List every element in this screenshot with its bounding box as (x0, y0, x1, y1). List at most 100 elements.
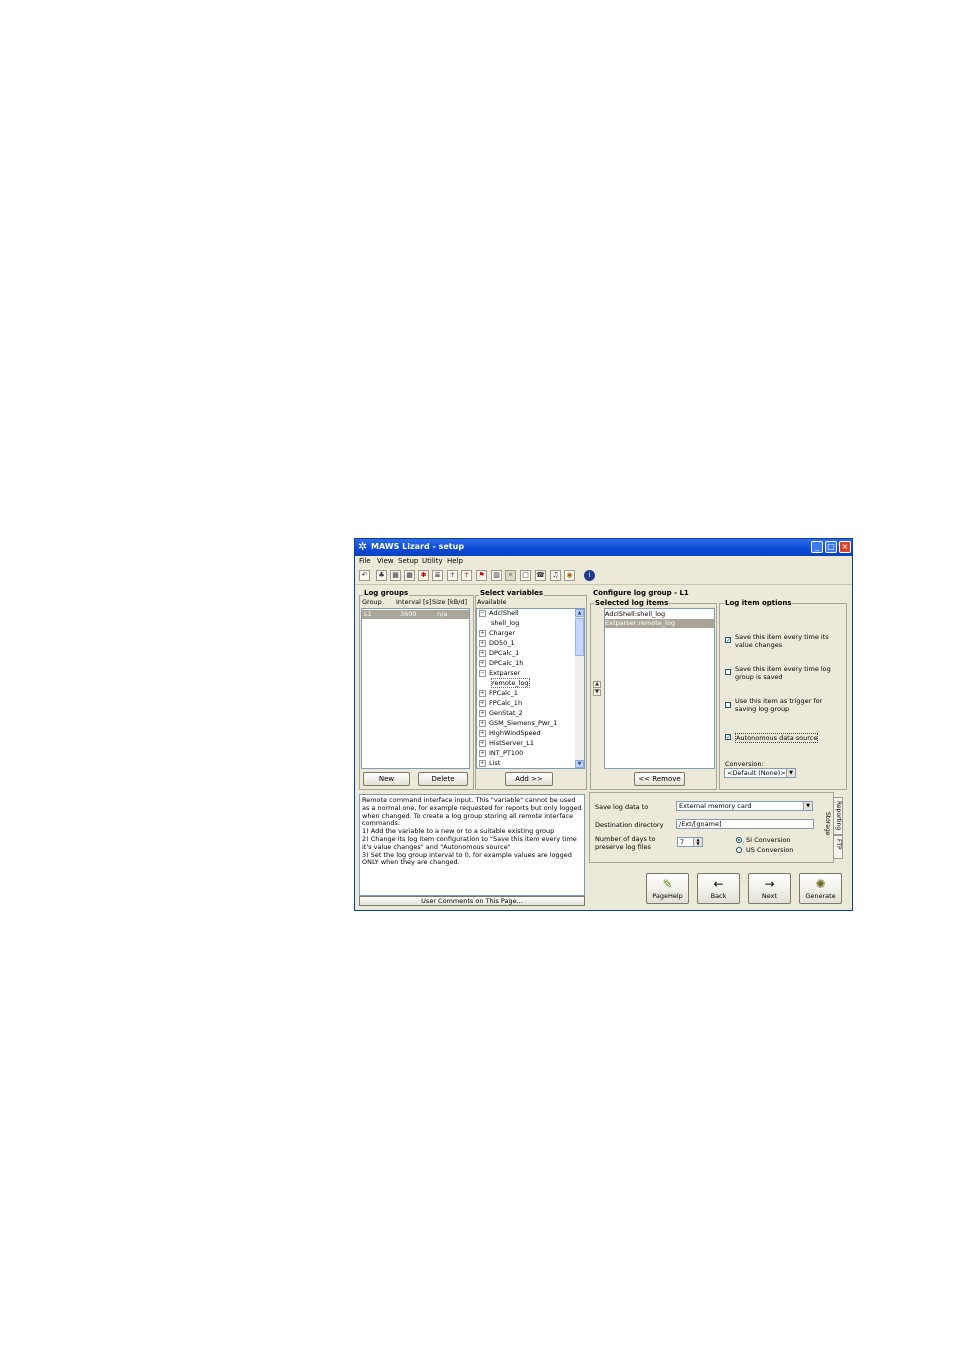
si-conversion-radio[interactable] (736, 837, 742, 843)
log-groups-list[interactable]: L1 3600 n/a (361, 608, 470, 769)
expand-icon[interactable]: + (479, 709, 486, 717)
tab-reporting-label: Reporting (835, 801, 842, 831)
def2-icon[interactable]: ▦ (404, 570, 415, 581)
variables-tree[interactable]: + List + INT_PT100 + HistServer_L1 + HighWindSp… (476, 608, 585, 769)
tree-item[interactable]: + DD50_1 (479, 639, 515, 648)
expand-icon[interactable]: + (479, 759, 486, 767)
tab-ftp[interactable]: FTP (833, 835, 843, 859)
page-icon[interactable]: □ (520, 570, 531, 581)
available-label: Available (477, 598, 507, 606)
save-log-data-select[interactable]: External memory card ▼ (676, 801, 813, 811)
tree-item-label: INT_PT100 (489, 749, 524, 757)
collapse-icon[interactable]: − (479, 669, 486, 677)
back-button[interactable]: ← Back (697, 873, 740, 904)
option-checkbox[interactable]: ✓ (725, 637, 731, 644)
expand-icon[interactable]: + (479, 729, 486, 737)
destination-directory-input[interactable]: /Ext/[gname] (676, 819, 814, 829)
collapse-icon[interactable]: − (479, 609, 486, 617)
next-button[interactable]: → Next (748, 873, 791, 904)
tree-item[interactable]: shell_log (491, 619, 519, 628)
log-icon[interactable]: ⚬ (505, 570, 516, 581)
option-save-on-group-label: Save this item every time log group is s… (735, 665, 831, 681)
person-icon[interactable]: ☥ (447, 570, 458, 581)
tab-storage[interactable]: Storage (823, 809, 833, 839)
tab-reporting[interactable]: Reporting (833, 797, 843, 835)
def-icon[interactable]: ▦ (390, 570, 401, 581)
menu-utility[interactable]: Utility (422, 557, 443, 566)
menu-file[interactable]: File (359, 557, 371, 566)
menu-view[interactable]: View (377, 557, 394, 566)
option-checkbox[interactable]: ✓ (725, 734, 731, 741)
maximize-button[interactable]: □ (825, 541, 837, 553)
expand-icon[interactable]: + (479, 659, 486, 667)
add-button[interactable]: Add >> (505, 772, 553, 786)
generate-button[interactable]: ✺ Generate (799, 873, 842, 904)
bell-icon[interactable]: ♫ (550, 570, 561, 581)
undo-icon[interactable]: ↶ (359, 570, 370, 581)
expand-icon[interactable]: + (479, 749, 486, 757)
selected-item[interactable]: Extparser:remote_log (605, 619, 714, 628)
tree-item[interactable]: + FPCalc_1 (479, 689, 518, 698)
tree-item[interactable]: remote_log (491, 678, 530, 688)
pagehelp-button[interactable]: ✎ PageHelp (646, 873, 689, 904)
tree-item-label: GenStat_2 (489, 709, 523, 717)
days-preserve-label: Number of days to preserve log files (595, 835, 656, 851)
info-icon[interactable]: i (584, 570, 595, 581)
close-button[interactable]: × (839, 541, 851, 553)
flag-icon[interactable]: ⚑ (476, 570, 487, 581)
chevron-down-icon[interactable]: ▼ (803, 802, 812, 810)
expand-icon[interactable]: + (479, 699, 486, 707)
title-bar[interactable]: ✲ MAWS Lizard - setup _ □ × (355, 539, 852, 556)
move-down-icon[interactable]: ▼ (593, 689, 601, 696)
expand-icon[interactable]: + (479, 689, 486, 697)
tree-item[interactable]: + GenStat_2 (479, 709, 523, 718)
grid-icon[interactable]: ▥ (491, 570, 502, 581)
tree-item[interactable]: + FPCalc_1h (479, 699, 522, 708)
move-up-icon[interactable]: ▲ (593, 681, 601, 688)
comm-icon[interactable]: ☎ (535, 570, 546, 581)
minimize-button[interactable]: _ (811, 541, 823, 553)
tab-ftp-label: FTP (835, 839, 842, 850)
log-group-row[interactable]: L1 3600 n/a (362, 610, 469, 619)
person2-icon[interactable]: ☥ (461, 570, 472, 581)
station-icon[interactable]: ♣ (376, 570, 387, 581)
scroll-up-icon[interactable]: ▲ (575, 609, 584, 617)
expand-icon[interactable]: + (479, 739, 486, 747)
days-stepper[interactable]: 7 ▲ ▼ (677, 837, 703, 847)
tree-item[interactable]: − Extparser (479, 669, 520, 678)
delete-button[interactable]: Delete (418, 772, 468, 786)
expand-icon[interactable]: + (479, 629, 486, 637)
tree-item[interactable]: + GSM_Siemens_Pwr_1 (479, 719, 557, 728)
menu-help[interactable]: Help (447, 557, 463, 566)
selected-item[interactable]: AdclShell:shell_log (605, 610, 714, 619)
selected-items-list[interactable]: AdclShell:shell_log Extparser:remote_log (604, 608, 715, 769)
globe-icon[interactable]: ◉ (564, 570, 575, 581)
chevron-down-icon[interactable]: ▼ (786, 769, 795, 777)
sensor-icon[interactable]: ✱ (418, 570, 429, 581)
user-comments-button[interactable]: User Comments on This Page... (359, 896, 585, 906)
stepper-arrows-icon[interactable]: ▲ ▼ (693, 838, 702, 846)
new-button[interactable]: New (363, 772, 410, 786)
tree-item[interactable]: + HighWindSpeed (479, 729, 541, 738)
remove-button[interactable]: << Remove (634, 772, 685, 786)
option-checkbox[interactable] (725, 669, 731, 675)
tree-item[interactable]: + HistServer_L1 (479, 739, 534, 748)
tree-item[interactable]: + Charger (479, 629, 515, 638)
scroll-down-icon[interactable]: ▼ (575, 760, 584, 768)
tree-item[interactable]: + List (479, 759, 500, 768)
list-icon[interactable]: ≣ (432, 570, 443, 581)
expand-icon[interactable]: + (479, 639, 486, 647)
menu-setup[interactable]: Setup (398, 557, 418, 566)
us-conversion-radio[interactable] (736, 847, 742, 853)
tree-item[interactable]: + DPCalc_1h (479, 659, 523, 668)
tree-item[interactable]: − AdclShell (479, 609, 519, 618)
tree-item[interactable]: + DPCalc_1 (479, 649, 519, 658)
expand-icon[interactable]: + (479, 719, 486, 727)
conversion-select[interactable]: <Default (None)> ▼ (724, 768, 796, 778)
variables-scrollbar[interactable]: ▲ ▼ (575, 609, 584, 768)
option-checkbox[interactable] (725, 702, 731, 708)
tree-item[interactable]: + INT_PT100 (479, 749, 523, 758)
scroll-thumb[interactable] (575, 618, 584, 656)
comments-box[interactable]: Remote command interface input. This "va… (359, 794, 585, 896)
expand-icon[interactable]: + (479, 649, 486, 657)
